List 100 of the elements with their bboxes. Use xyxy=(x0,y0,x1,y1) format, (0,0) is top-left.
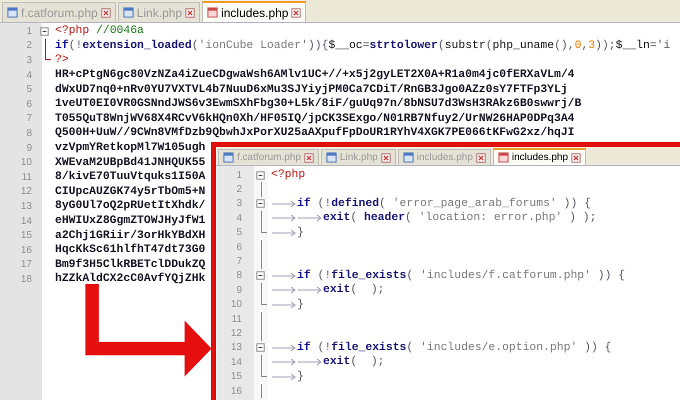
close-icon[interactable] xyxy=(185,8,196,18)
line-number: 1 xyxy=(25,26,32,37)
tab-arrow-icon xyxy=(271,344,297,352)
line-number: 18 xyxy=(20,274,32,285)
code-line: Bm9f3H5ClkRBETclDDukZQ xyxy=(55,258,206,271)
line-number: 16 xyxy=(230,386,242,397)
tab-arrow-icon xyxy=(297,214,323,222)
file-icon xyxy=(122,7,134,18)
line-number: 13 xyxy=(20,200,32,212)
code-line: 8yG0Ul7oQ2pRUetItXhdk/ xyxy=(55,200,206,212)
code-line: dWxUD7nq0+nRv0YU7VXTVL4b7NuuD6xMu3SJYiyjPM0Ca7CDiT/RnGB3Jgo0AZz0sY7FTFp3YLj xyxy=(55,84,568,96)
code-line: HqcKkSc61hlfhT47dt73G0 xyxy=(55,244,206,256)
line-number: 5 xyxy=(25,84,32,96)
code-line: 1veUT0EI0VR0GSNndJWS6v3EwmSXhFbg30+L5k/8iF/guUq97n/8bNSU7d3WsH3RAkz6B0swwrj/B xyxy=(55,98,582,110)
code-line: exit( ); xyxy=(323,356,385,368)
line-number: 12 xyxy=(20,186,32,198)
line-number: 11 xyxy=(20,172,32,183)
fold-toggle-icon[interactable] xyxy=(39,26,50,37)
code-line: T055QuT8WnjWV68X4RCvV6kHQn0Xh/HF05IQ/jpCK3SExgo/N01RB7Nfuy2/UrNW26HAP0DPq3A4 xyxy=(55,112,574,125)
line-number: 15 xyxy=(20,230,32,242)
line-number: 9 xyxy=(25,142,32,154)
file-icon xyxy=(326,152,337,163)
line-number: 6 xyxy=(25,98,32,110)
line-number: 7 xyxy=(235,256,242,268)
tab-arrow-icon xyxy=(297,286,323,294)
code-line: XWEvaM2UBpBd41JNHQUK55 xyxy=(55,156,206,169)
code-line: if(!extension_loaded('ionCube Loader')){$__oc=strtolower(substr(php_uname(),0,3));$__ln='i xyxy=(55,40,670,52)
tab-arrow-icon xyxy=(271,214,297,222)
code-line: exit( ); xyxy=(323,284,385,296)
code-line: <?php //0046a xyxy=(55,25,144,38)
close-icon[interactable] xyxy=(304,152,314,162)
line-number: 14 xyxy=(230,356,242,368)
file-icon xyxy=(402,152,414,163)
file-tab[interactable]: Link.php xyxy=(118,2,200,22)
line-number: 5 xyxy=(235,227,242,238)
fold-toggle-icon[interactable] xyxy=(255,270,266,282)
tab-arrow-icon xyxy=(271,358,297,366)
line-number: 7 xyxy=(25,113,32,124)
line-number: 2 xyxy=(235,184,242,196)
line-number: 12 xyxy=(230,328,242,339)
line-number: 17 xyxy=(20,259,32,270)
tab-arrow-icon xyxy=(297,358,323,366)
file-tab[interactable]: includes.php xyxy=(492,148,586,165)
code-line: } xyxy=(297,370,304,383)
code-line: if (!file_exists( 'includes/f.catforum.php' )) { xyxy=(297,270,626,282)
code-line: vzVpmYRetkopMl7W105ugh xyxy=(55,142,206,154)
file-icon xyxy=(7,7,18,18)
code-line: a2Chj1GRiir/3orHkYBdXH xyxy=(55,230,206,242)
line-number: 14 xyxy=(20,216,32,227)
line-number: 4 xyxy=(25,70,32,81)
code-line: ?> xyxy=(55,54,69,66)
line-number: 15 xyxy=(230,371,242,382)
line-number: 11 xyxy=(230,314,242,325)
close-icon[interactable] xyxy=(571,152,582,162)
file-tab[interactable]: includes.php xyxy=(398,149,491,165)
file-icon xyxy=(498,152,509,163)
line-number: 13 xyxy=(230,342,242,354)
line-number: 16 xyxy=(20,244,32,256)
line-number: 4 xyxy=(235,212,242,224)
line-number: 9 xyxy=(235,284,242,296)
line-number: 1 xyxy=(235,170,242,181)
close-icon[interactable] xyxy=(291,8,302,18)
tab-arrow-icon xyxy=(271,228,297,237)
line-number: 3 xyxy=(235,198,242,210)
code-line: if (!defined( 'error_page_arab_forums' )) { xyxy=(297,198,591,210)
close-icon[interactable] xyxy=(100,8,111,18)
line-number: 10 xyxy=(230,299,242,310)
tab-arrow-icon xyxy=(271,372,297,381)
file-tab[interactable]: includes.php xyxy=(202,1,306,22)
tab-arrow-icon xyxy=(271,300,297,309)
code-line: eHWIUxZ8GgmZTOWJHyJfW1 xyxy=(55,215,206,228)
code-line: CIUpcAUZGK74y5rTbOm5+N xyxy=(55,186,206,198)
line-number: 8 xyxy=(25,128,32,139)
close-icon[interactable] xyxy=(476,152,486,162)
code-line: Q500H+UuW//9CWn8VMfDzb9QbwhJxPorXU25aAXpufFpDoUR1RYhV4XGK7PE066tKFwG2xz/hqJI xyxy=(55,127,574,140)
tab-arrow-icon xyxy=(271,286,297,294)
line-number: 3 xyxy=(25,54,32,66)
tab-arrow-icon xyxy=(271,272,297,280)
code-line: if (!file_exists( 'includes/e.option.php' )) { xyxy=(297,342,612,354)
file-icon xyxy=(207,7,218,18)
code-line: } xyxy=(297,226,304,239)
fold-toggle-icon[interactable] xyxy=(255,170,266,181)
fold-toggle-icon[interactable] xyxy=(255,342,266,354)
line-number: 2 xyxy=(25,40,32,52)
code-line: 8/kivE70TuuVtquks1I50A xyxy=(55,171,206,184)
code-line: hZZkAldCX2cC0AvfYQjZHk xyxy=(55,273,206,286)
code-line: } xyxy=(297,298,304,311)
file-tab[interactable]: f.catforum.php xyxy=(218,149,319,165)
line-number: 10 xyxy=(20,157,32,168)
fold-toggle-icon[interactable] xyxy=(255,198,266,210)
file-tab[interactable]: f.catforum.php xyxy=(2,2,116,22)
close-icon[interactable] xyxy=(380,152,391,162)
file-tab[interactable]: Link.php xyxy=(320,149,396,165)
line-number: 6 xyxy=(235,242,242,253)
code-line: HR+cPtgN6gc80VzNZa4iZueCDgwaWsh6AMlv1UC+//+x5j2gyLET2X0A+R1a0m4jc0fERXaVLm/4 xyxy=(55,69,574,82)
tab-arrow-icon xyxy=(271,200,297,208)
file-icon xyxy=(223,152,234,163)
code-line: <?php xyxy=(271,169,306,182)
line-number: 8 xyxy=(235,270,242,282)
code-line: exit( header( 'location: error.php' ) ); xyxy=(323,212,596,224)
